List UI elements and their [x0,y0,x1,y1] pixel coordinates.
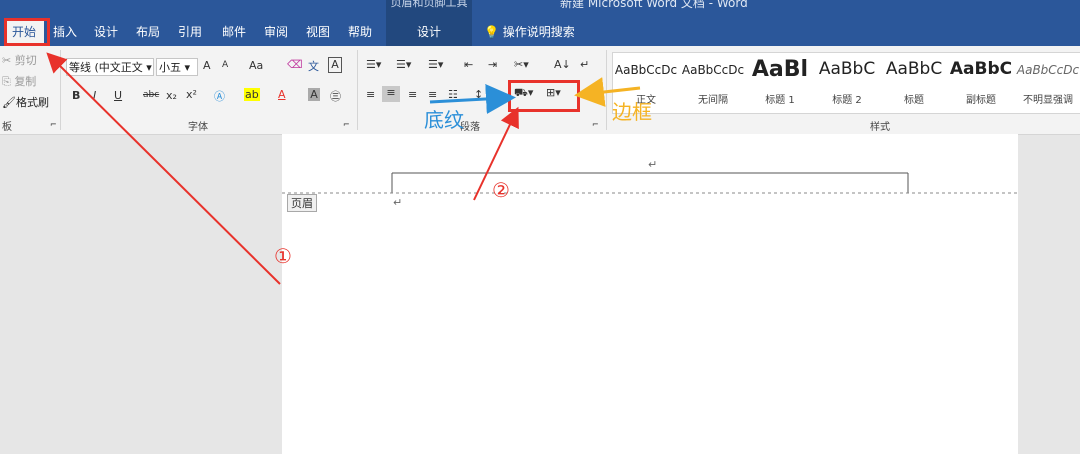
border-annotation-label: 边框 [612,100,652,124]
step2-marker: ② [492,178,510,202]
step1-marker: ① [274,244,292,268]
shading-annotation-label: 底纹 [424,108,464,132]
annotation-arrows [46,52,641,285]
